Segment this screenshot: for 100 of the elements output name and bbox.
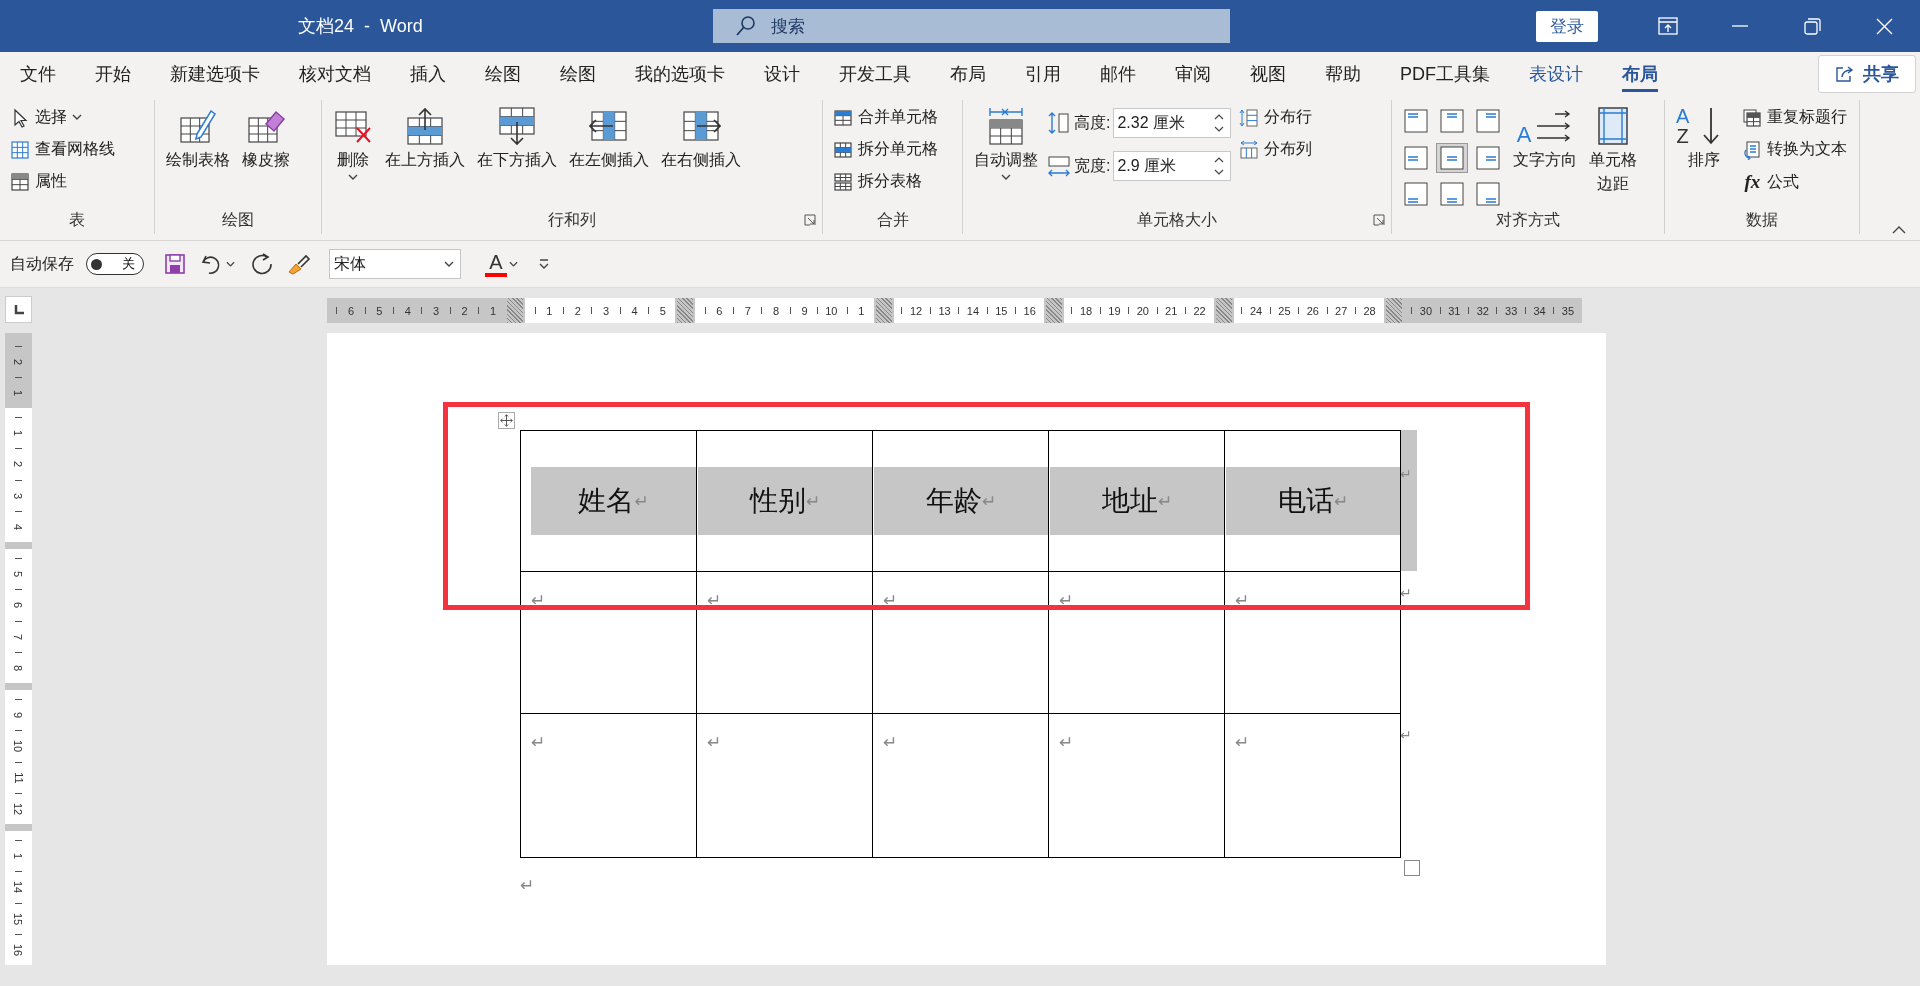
column-marker[interactable] [1383,298,1404,323]
row-marker[interactable] [5,824,32,831]
ribbon-button[interactable]: 删除 [330,102,376,210]
column-marker[interactable] [1043,298,1064,323]
resize-handle[interactable] [1404,860,1421,876]
ribbon-tab[interactable]: 邮件 [1100,56,1136,92]
tab-stop-selector[interactable] [5,296,32,323]
redo-icon[interactable] [249,251,275,277]
ribbon-button[interactable]: A 文字方向 [1510,102,1580,210]
ribbon-button[interactable]: fx 公式 [1740,168,1850,196]
table-icon [10,171,30,192]
window-title: 文档24 - Word [298,15,424,38]
restore-icon[interactable] [1803,17,1821,35]
ribbon-button[interactable]: 橡皮擦 [239,102,293,210]
paragraph-mark: ↵ [1235,590,1250,610]
ribbon-button[interactable]: 在下方插入 [474,102,560,210]
ribbon-button[interactable]: 单元格 边距 [1586,102,1640,210]
column-marker[interactable] [873,298,894,323]
ribbon-tab[interactable]: 引用 [1025,56,1061,92]
ribbon-tab[interactable]: 布局 [1622,56,1658,92]
font-color-button[interactable]: A [483,249,520,279]
ribbon-display-icon[interactable] [1658,17,1678,35]
ribbon-tab[interactable]: 视图 [1250,56,1286,92]
table-cell[interactable]: 姓名↵ [520,430,697,572]
ribbon-button[interactable]: 查看网格线 [8,136,117,163]
caret-icon[interactable] [72,114,82,121]
size-input[interactable]: 2.9 厘米 [1113,151,1232,181]
sign-in-button[interactable]: 登录 [1536,10,1598,42]
ribbon-button[interactable]: 自动调整 [971,102,1041,210]
ribbon-button[interactable]: 分布列 [1237,136,1315,163]
table-cell[interactable]: 电话↵ [1224,430,1401,572]
font-dropdown[interactable]: 宋体 [329,249,461,279]
ribbon-tab[interactable]: 开始 [95,56,131,92]
paragraph-mark: ↵ [1235,732,1250,752]
table-cell[interactable]: ↵ [520,713,697,858]
share-button[interactable]: 共享 [1818,55,1916,93]
merge-cells-icon [833,107,853,128]
ribbon-button[interactable]: 转换为文本 [1740,136,1850,163]
ribbon-tab[interactable]: 开发工具 [839,56,911,92]
collapse-icon[interactable] [1892,225,1906,234]
ruler-number: 6 [12,602,25,609]
save-icon[interactable] [164,253,186,275]
spinner-icon[interactable] [1214,155,1225,177]
ribbon-button[interactable]: 在左侧插入 [566,102,652,210]
ribbon-tab[interactable]: 设计 [764,56,800,92]
header-text: 地址↵ [1050,467,1224,535]
ribbon-button[interactable]: A Z 排序 [1673,102,1735,210]
caret-icon[interactable] [509,260,518,268]
caret-icon[interactable] [1001,174,1011,181]
autosave-toggle[interactable]: 关 [86,253,144,275]
caret-icon[interactable] [348,174,358,181]
ribbon-tab[interactable]: PDF工具集 [1400,56,1490,92]
formula-icon: fx [1742,171,1763,193]
ribbon-tab[interactable]: 核对文档 [299,56,371,92]
ruler-number: 16 [12,944,25,957]
ribbon-button[interactable]: 分布行 [1237,104,1315,131]
alignment-button[interactable] [1436,142,1468,173]
caret-icon[interactable] [226,260,235,268]
table-cell[interactable]: ↵ [1224,713,1401,858]
ruler-number: 7 [744,304,751,317]
launcher-icon[interactable] [804,214,816,226]
group-label: 绘图 [221,210,255,230]
spinner-icon[interactable] [1214,112,1225,134]
row-marker[interactable] [5,542,32,549]
ribbon-tab[interactable]: 文件 [20,56,56,92]
row-marker[interactable] [5,683,32,690]
ruler-number: 20 [1136,304,1149,317]
customize-icon[interactable] [538,258,550,270]
ruler-number: 16 [1023,304,1036,317]
ribbon-tab[interactable]: 帮助 [1325,56,1361,92]
ribbon-tab[interactable]: 绘图 [560,56,596,92]
launcher-icon[interactable] [1373,214,1385,226]
ribbon-button[interactable]: 在上方插入 [382,102,468,210]
ribbon-button[interactable]: 属性 [8,168,117,195]
format-painter-icon[interactable] [287,252,311,276]
column-marker[interactable] [675,298,696,323]
ribbon-tab[interactable]: 新建选项卡 [170,56,260,92]
ribbon-button[interactable]: 选择 [8,104,117,131]
ribbon-button[interactable]: 合并单元格 [831,104,940,131]
search-field[interactable]: 搜索 [713,9,1230,43]
ribbon-button[interactable]: 重复标题行 [1740,104,1850,131]
ribbon-button[interactable]: 在右侧插入 [658,102,744,210]
ruler-number: 26 [1306,304,1319,317]
column-marker[interactable] [1213,298,1234,323]
ribbon-tab[interactable]: 表设计 [1529,56,1583,92]
ribbon-tab[interactable]: 审阅 [1175,56,1211,92]
column-marker[interactable] [505,298,526,323]
size-input[interactable]: 2.32 厘米 [1113,108,1232,138]
caret-icon[interactable] [444,260,454,268]
ribbon-button[interactable]: 拆分单元格 [831,136,940,163]
ribbon-tab[interactable]: 布局 [950,56,986,92]
close-icon[interactable] [1875,17,1893,35]
ribbon-button[interactable]: 拆分表格 [831,168,940,195]
ribbon-tab[interactable]: 我的选项卡 [635,56,725,92]
ruler-number: 15 [12,912,25,925]
ruler-number: 21 [1165,304,1178,317]
ribbon-tab[interactable]: 插入 [410,56,446,92]
ribbon-button[interactable]: 绘制表格 [163,102,233,210]
ribbon-tab[interactable]: 绘图 [485,56,521,92]
move-handle-icon[interactable] [498,412,515,429]
